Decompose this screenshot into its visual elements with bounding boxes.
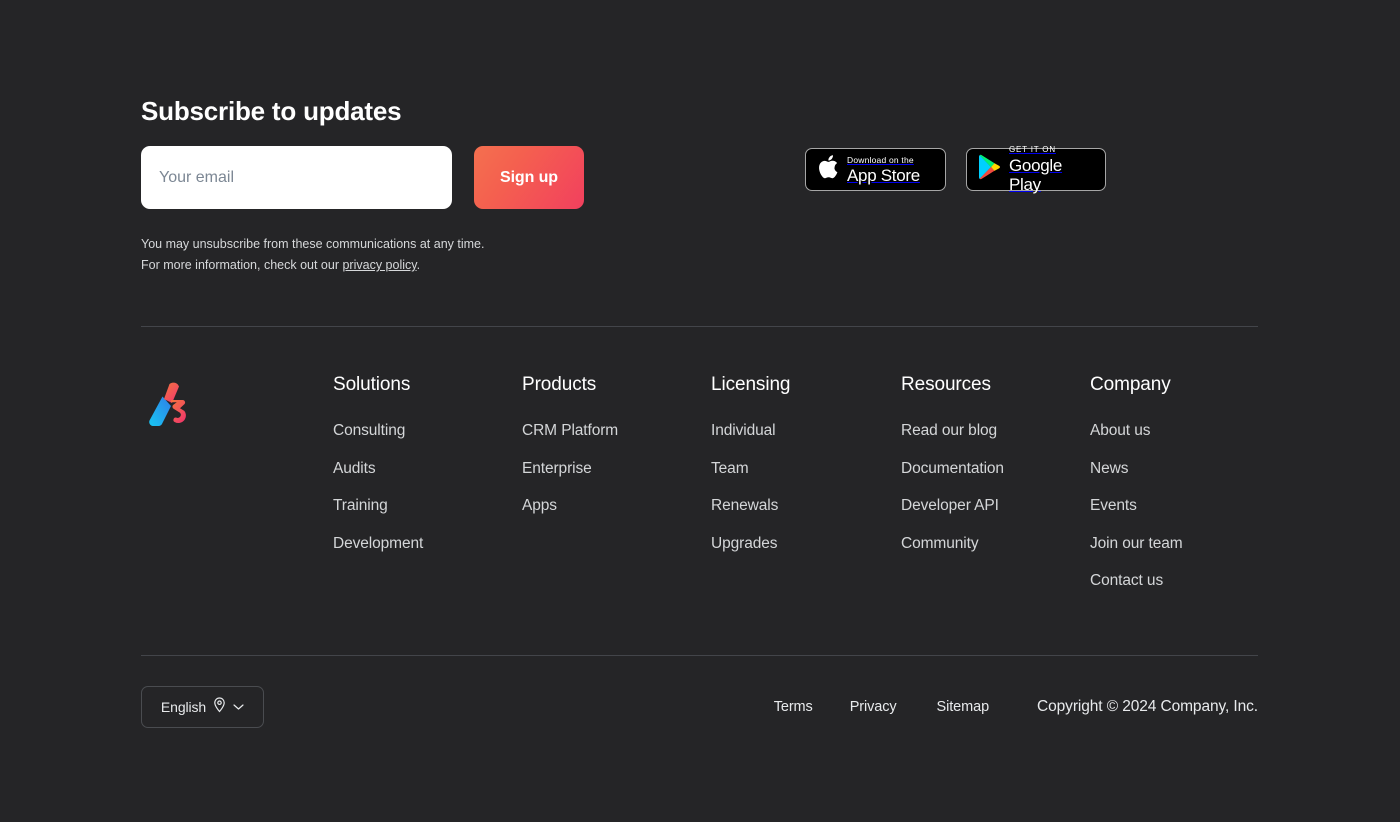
divider-bottom [141,655,1258,656]
footer-link-documentation[interactable]: Documentation [901,458,1004,480]
sitemap-link[interactable]: Sitemap [937,699,990,715]
footer-column-heading: Solutions [333,374,411,395]
footer-column-heading: Company [1090,374,1171,395]
company-logo[interactable] [141,376,197,432]
footer-link-team[interactable]: Team [711,458,790,480]
app-store-badges: Download on the App Store GET IT ON Goog… [805,145,1106,194]
footer-link-about-us[interactable]: About us [1090,420,1183,442]
terms-link[interactable]: Terms [774,699,813,715]
footer-bottom-bar: English Terms Privacy Sitemap Copyright … [141,686,1258,728]
location-pin-icon [213,696,226,718]
google-play-badge-text: GET IT ON Google Play [1009,145,1094,194]
app-store-badge-text: Download on the App Store [847,155,920,185]
footer-link-development[interactable]: Development [333,533,423,555]
footer-link-read-our-blog[interactable]: Read our blog [901,420,1004,442]
app-store-badge[interactable]: Download on the App Store [805,148,946,191]
footer-link-training[interactable]: Training [333,495,423,517]
footer-column-company: Company About us News Events Join our te… [1090,373,1183,592]
language-selector-label: English [160,699,207,715]
google-play-badge-small: GET IT ON [1009,145,1056,154]
apple-icon [817,154,839,185]
subscribe-title: Subscribe to updates [141,96,402,126]
footer-link-events[interactable]: Events [1090,495,1183,517]
email-input[interactable] [141,146,452,209]
site-footer: Subscribe to updates Sign up You may uns… [0,0,1400,822]
legal-links: Terms Privacy Sitemap Copyright © 2024 C… [774,686,1258,728]
footer-link-renewals[interactable]: Renewals [711,495,790,517]
fineprint-line-2: For more information, check out our priv… [141,255,484,276]
footer-column-heading: Resources [901,374,991,395]
footer-link-enterprise[interactable]: Enterprise [522,458,618,480]
app-store-badge-big: App Store [847,165,920,185]
privacy-link[interactable]: Privacy [850,699,897,715]
footer-link-join-our-team[interactable]: Join our team [1090,533,1183,555]
fineprint-prefix: For more information, check out our [141,258,343,272]
footer-link-developer-api[interactable]: Developer API [901,495,1004,517]
footer-link-audits[interactable]: Audits [333,458,423,480]
divider-top [141,326,1258,327]
footer-column-solutions: Solutions Consulting Audits Training Dev… [333,373,423,555]
footer-link-consulting[interactable]: Consulting [333,420,423,442]
fineprint-suffix: . [416,258,421,272]
footer-link-apps[interactable]: Apps [522,495,618,517]
footer-link-contact-us[interactable]: Contact us [1090,570,1183,592]
language-selector[interactable]: English [141,686,264,728]
footer-column-products: Products CRM Platform Enterprise Apps [522,373,618,517]
subscribe-fineprint: You may unsubscribe from these communica… [141,234,484,276]
copyright-text: Copyright © 2024 Company, Inc. [1037,698,1258,715]
footer-link-crm-platform[interactable]: CRM Platform [522,420,618,442]
subscribe-section: Subscribe to updates Sign up You may uns… [141,95,1258,272]
privacy-policy-link[interactable]: privacy policy [342,258,416,272]
google-play-badge-big: Google Play [1009,156,1063,194]
footer-link-upgrades[interactable]: Upgrades [711,533,790,555]
chevron-down-icon [233,698,244,716]
app-store-badge-small: Download on the [847,154,914,165]
footer-link-community[interactable]: Community [901,533,1004,555]
google-play-badge[interactable]: GET IT ON Google Play [966,145,1106,194]
footer-link-individual[interactable]: Individual [711,420,790,442]
footer-column-heading: Licensing [711,374,791,395]
footer-column-licensing: Licensing Individual Team Renewals Upgra… [711,373,790,555]
footer-column-resources: Resources Read our blog Documentation De… [901,373,1004,555]
signup-button[interactable]: Sign up [474,146,584,209]
footer-column-heading: Products [522,374,597,395]
fineprint-line-1: You may unsubscribe from these communica… [141,237,485,251]
footer-link-news[interactable]: News [1090,458,1183,480]
google-play-icon [978,154,1001,185]
